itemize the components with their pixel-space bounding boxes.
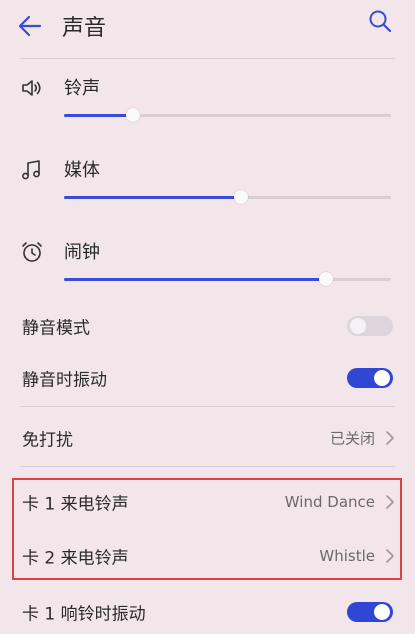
silent-mode-toggle[interactable]	[347, 316, 393, 336]
music-note-icon	[22, 160, 40, 180]
vibrate-silent-label: 静音时振动	[22, 370, 107, 391]
alarm-slider[interactable]	[64, 272, 391, 286]
volume-media: 媒体	[0, 156, 415, 236]
silent-mode-label: 静音模式	[22, 318, 90, 339]
dnd-row[interactable]: 免打扰 已关闭	[0, 416, 415, 460]
volume-label: 媒体	[64, 160, 100, 181]
volume-label: 铃声	[64, 78, 100, 99]
sim1-vibrate-row[interactable]: 卡 1 响铃时振动	[0, 590, 415, 634]
chevron-right-icon	[386, 431, 394, 445]
ringtone-slider[interactable]	[64, 108, 391, 122]
toggle-knob	[374, 370, 390, 386]
dnd-status: 已关闭	[329, 429, 375, 448]
slider-fill	[64, 114, 133, 117]
sim1-vibrate-label: 卡 1 响铃时振动	[22, 604, 146, 625]
slider-thumb[interactable]	[125, 108, 140, 122]
vibrate-silent-toggle[interactable]	[347, 368, 393, 388]
toggle-knob	[374, 604, 390, 620]
volume-label: 闹钟	[64, 242, 100, 263]
dnd-label: 免打扰	[22, 430, 73, 451]
slider-thumb[interactable]	[318, 272, 333, 286]
silent-mode-row[interactable]: 静音模式	[0, 304, 415, 348]
slider-fill	[64, 278, 326, 281]
app-header: 声音	[0, 0, 415, 54]
media-slider[interactable]	[64, 190, 391, 204]
slider-thumb[interactable]	[233, 190, 248, 204]
sim1-vibrate-toggle[interactable]	[347, 602, 393, 622]
speaker-icon	[22, 80, 41, 96]
search-icon[interactable]	[367, 8, 393, 34]
vibrate-silent-row[interactable]: 静音时振动	[0, 356, 415, 400]
arrow-left-icon[interactable]	[16, 12, 44, 40]
divider	[20, 466, 395, 467]
page-title: 声音	[62, 16, 107, 41]
highlight-box	[12, 478, 402, 580]
divider	[20, 406, 395, 407]
slider-fill	[64, 196, 241, 199]
volume-ringtone: 铃声	[0, 74, 415, 154]
alarm-clock-icon	[22, 242, 42, 262]
toggle-knob	[350, 318, 366, 334]
divider	[20, 58, 395, 59]
